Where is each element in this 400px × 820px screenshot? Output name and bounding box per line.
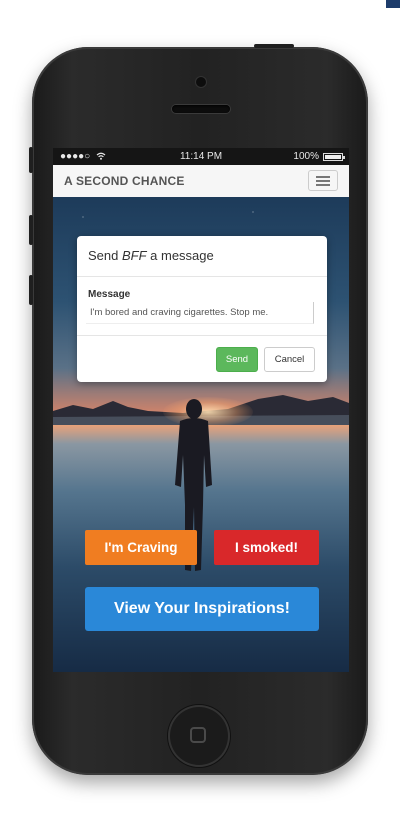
message-input[interactable]	[86, 302, 314, 324]
view-inspirations-button[interactable]: View Your Inspirations!	[85, 587, 319, 631]
battery-status: 100%	[293, 148, 345, 165]
modal-title-contact: BFF	[121, 248, 147, 263]
hamburger-menu-button[interactable]	[308, 170, 338, 191]
battery-percent: 100%	[293, 151, 319, 162]
status-bar: ●●●●○ 11:14 PM 100%	[53, 148, 349, 165]
send-button[interactable]: Send	[216, 347, 258, 372]
smoked-button[interactable]: I smoked!	[214, 530, 319, 565]
corner-mark	[386, 0, 400, 8]
earpiece-speaker	[172, 105, 230, 113]
mute-switch	[29, 147, 33, 173]
modal-title-suffix: a message	[146, 248, 214, 263]
craving-button[interactable]: I'm Craving	[85, 530, 197, 565]
menu-icon-bar	[316, 184, 330, 186]
power-button	[254, 44, 294, 48]
home-button[interactable]	[168, 705, 230, 767]
modal-title: Send BFF a message	[88, 236, 214, 276]
navbar: A SECOND CHANCE	[53, 165, 349, 198]
cancel-button[interactable]: Cancel	[264, 347, 315, 372]
battery-icon	[323, 152, 345, 161]
phone-screen: ●●●●○ 11:14 PM 100% A SECOND CHANCE Send…	[53, 148, 349, 672]
volume-up-button	[29, 215, 33, 245]
modal-title-prefix: Send	[88, 248, 122, 263]
modal-footer-divider	[77, 335, 327, 336]
volume-down-button	[29, 275, 33, 305]
send-message-modal: Send BFF a message Message Send Cancel	[77, 236, 327, 382]
home-square-icon	[190, 727, 206, 743]
modal-header: Send BFF a message	[77, 236, 327, 277]
menu-icon-bar	[316, 180, 330, 182]
front-camera	[196, 77, 206, 87]
menu-icon-bar	[316, 176, 330, 178]
message-label: Message	[88, 289, 131, 300]
app-brand[interactable]: A SECOND CHANCE	[64, 165, 185, 197]
